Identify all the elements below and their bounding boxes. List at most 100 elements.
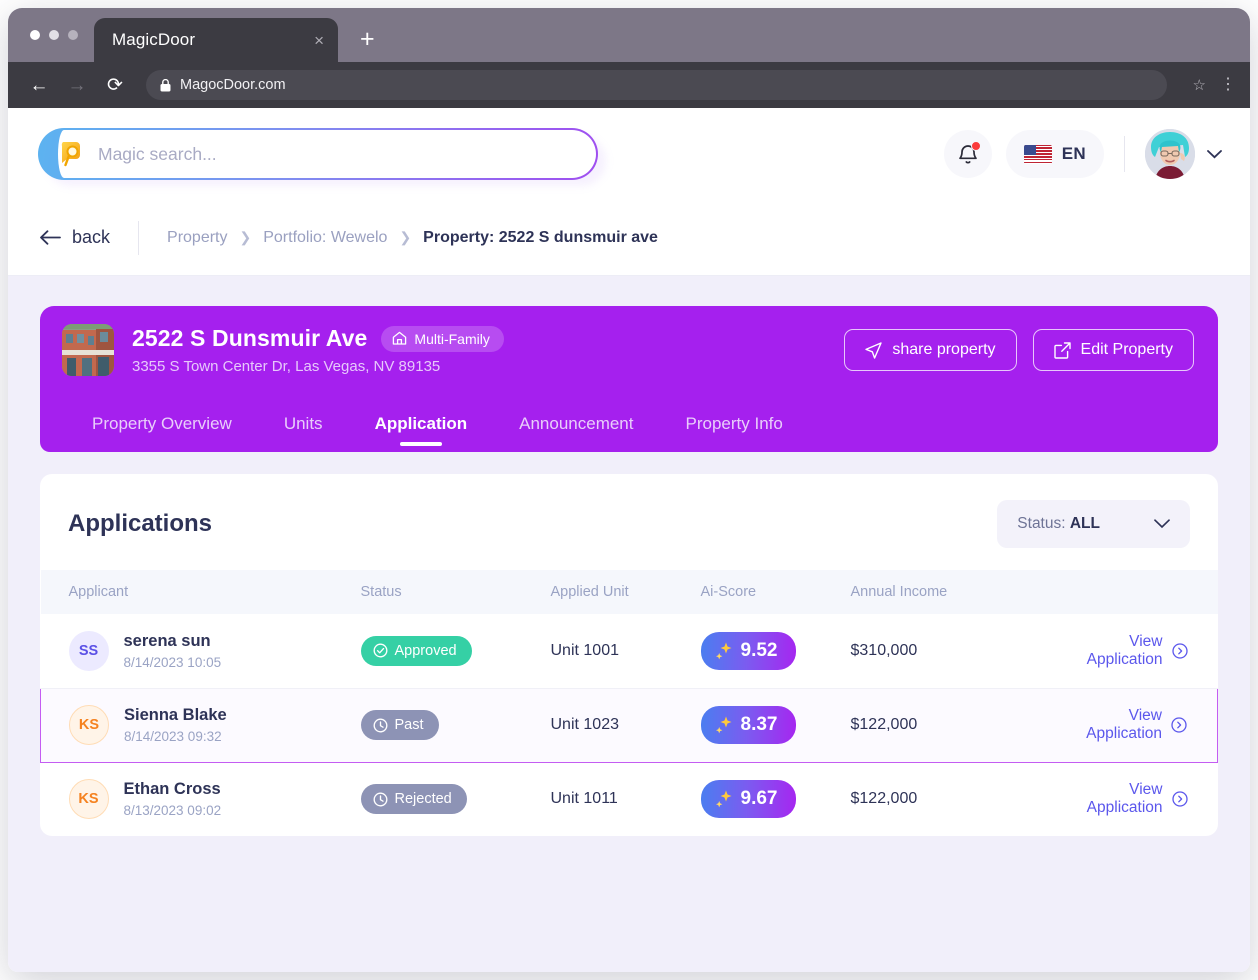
breadcrumb-item-portfolio[interactable]: Portfolio: Wewelo: [263, 229, 387, 247]
notifications-button[interactable]: [943, 130, 992, 178]
magic-search-icon: [58, 139, 86, 169]
chevron-down-icon[interactable]: [1207, 149, 1222, 159]
home-icon: [392, 331, 407, 346]
column-applicant: Applicant: [68, 584, 129, 600]
view-application-link[interactable]: View Application: [1061, 707, 1218, 743]
send-icon: [865, 341, 883, 359]
browser-addressbar: ← → ⟳ MagocDoor.com ☆ ⋮: [8, 62, 1250, 108]
language-selector[interactable]: EN: [1005, 130, 1104, 178]
reload-icon[interactable]: ⟳: [104, 76, 126, 95]
applications-table-head: Applicant Status Applied Unit Ai-Score A…: [40, 570, 1218, 614]
scroll-indicator[interactable]: [328, 832, 390, 836]
property-type-badge: Multi-Family: [381, 325, 504, 352]
edit-property-button[interactable]: Edit Property: [1032, 329, 1194, 371]
sparkle-icon: [715, 641, 733, 661]
sparkle-icon: [715, 789, 733, 809]
applicant-name: Sienna Blake: [124, 706, 227, 724]
applications-card: Applications Status: ALL Applicant Statu…: [40, 474, 1218, 836]
ai-score-pill: 9.67: [700, 780, 797, 819]
breadcrumb-item-property[interactable]: Property: [167, 229, 227, 247]
status-badge: Approved: [360, 635, 472, 666]
check-circle-icon: [373, 643, 388, 658]
addressbar-actions: ☆ ⋮: [1193, 76, 1236, 94]
sparkle-icon: [715, 715, 733, 735]
cell-actions: View Application: [1061, 762, 1218, 836]
property-header-card: 2522 S Dunsmuir Ave Multi-Family 3355 S …: [40, 306, 1218, 452]
status-filter-label: Status: ALL: [1017, 515, 1100, 532]
new-tab-icon[interactable]: +: [360, 27, 375, 52]
status-filter-select[interactable]: Status: ALL: [997, 500, 1190, 548]
chevron-right-circle-icon: [1171, 791, 1188, 807]
applicant-initials-avatar: KS: [68, 779, 109, 820]
column-annual-income: Annual Income: [850, 584, 948, 600]
magic-search-box[interactable]: [38, 128, 598, 180]
status-filter-value: ALL: [1069, 515, 1100, 532]
property-thumbnail: [62, 324, 114, 376]
back-arrow-icon[interactable]: ←: [28, 76, 50, 95]
tab-units[interactable]: Units: [258, 414, 349, 452]
cell-applicant: SS serena sun 8/14/2023 10:05: [40, 614, 361, 689]
cell-ai-score: 8.37: [700, 687, 851, 763]
property-tabs: Property Overview Units Application Anno…: [40, 392, 1218, 452]
view-application-link[interactable]: View Application: [1061, 633, 1218, 669]
tab-property-info[interactable]: Property Info: [660, 414, 809, 452]
property-address: 3355 S Town Center Dr, Las Vegas, NV 891…: [132, 358, 441, 375]
clock-icon: [373, 792, 388, 807]
language-label: EN: [1061, 144, 1086, 163]
table-row[interactable]: SS serena sun 8/14/2023 10:05 Approved U…: [40, 614, 1218, 689]
search-container: [38, 128, 606, 186]
lock-icon: [160, 78, 171, 92]
tab-property-overview[interactable]: Property Overview: [66, 414, 258, 452]
window-traffic-lights[interactable]: [30, 30, 78, 40]
view-application-link[interactable]: View Application: [1061, 781, 1218, 817]
cell-annual-income: $122,000: [850, 790, 918, 808]
avatar: [1145, 129, 1195, 179]
bookmark-star-icon[interactable]: ☆: [1193, 76, 1206, 94]
browser-tab[interactable]: MagicDoor ×: [94, 18, 338, 62]
user-menu[interactable]: [1145, 129, 1222, 179]
cell-status: Rejected: [360, 762, 551, 836]
tab-application[interactable]: Application: [349, 414, 494, 452]
applications-table: Applicant Status Applied Unit Ai-Score A…: [40, 570, 1218, 836]
close-icon[interactable]: ×: [314, 32, 324, 49]
breadcrumb: Property ❯ Portfolio: Wewelo ❯ Property:…: [139, 229, 658, 247]
view-application-label: View Application: [1086, 781, 1163, 817]
applicant-initials-avatar: SS: [68, 630, 109, 671]
applications-header: Applications Status: ALL: [40, 474, 1218, 570]
chevron-down-icon: [1154, 519, 1170, 529]
back-button[interactable]: back: [40, 227, 138, 248]
url-input[interactable]: MagocDoor.com: [146, 70, 1167, 100]
cell-annual-income: $122,000: [850, 687, 1061, 763]
search-input[interactable]: [98, 143, 596, 165]
breadcrumb-separator: ❯: [399, 229, 412, 245]
table-row[interactable]: KS Ethan Cross 8/13/2023 09:02 Rejected …: [41, 762, 1218, 836]
cell-applied-unit: Unit 1023: [550, 687, 701, 763]
cell-ai-score: 9.52: [700, 614, 851, 689]
notification-badge-dot: [970, 141, 981, 151]
maximize-window-dot[interactable]: [68, 30, 78, 40]
page-content: 2522 S Dunsmuir Ave Multi-Family 3355 S …: [8, 276, 1250, 972]
page-title: Applications: [68, 510, 213, 537]
applicant-name: serena sun: [123, 631, 211, 650]
app-header: EN: [8, 108, 1250, 200]
browser-menu-icon[interactable]: ⋮: [1220, 77, 1236, 92]
applicant-date: 8/14/2023 10:05: [123, 654, 222, 670]
forward-arrow-icon[interactable]: →: [66, 76, 88, 95]
column-applied-unit: Applied Unit: [550, 584, 629, 600]
share-property-button[interactable]: share property: [844, 329, 1017, 371]
ai-score-pill: 9.52: [700, 631, 797, 670]
table-row[interactable]: KS Sienna Blake 8/14/2023 09:32 Past Uni…: [40, 687, 1218, 763]
tab-announcement[interactable]: Announcement: [493, 414, 659, 452]
column-actions: [1061, 570, 1218, 614]
cell-applied-unit: Unit 1001: [550, 614, 701, 689]
us-flag-icon: [1023, 144, 1052, 164]
minimize-window-dot[interactable]: [49, 30, 59, 40]
cell-status: Past: [360, 687, 551, 763]
column-status: Status: [360, 584, 402, 600]
share-property-label: share property: [892, 341, 996, 358]
property-identity: 2522 S Dunsmuir Ave Multi-Family 3355 S …: [132, 325, 504, 375]
table-header-row: Applicant Status Applied Unit Ai-Score A…: [40, 570, 1218, 614]
edit-property-label: Edit Property: [1080, 341, 1173, 358]
close-window-dot[interactable]: [30, 30, 40, 40]
ai-score-pill: 8.37: [700, 706, 797, 744]
